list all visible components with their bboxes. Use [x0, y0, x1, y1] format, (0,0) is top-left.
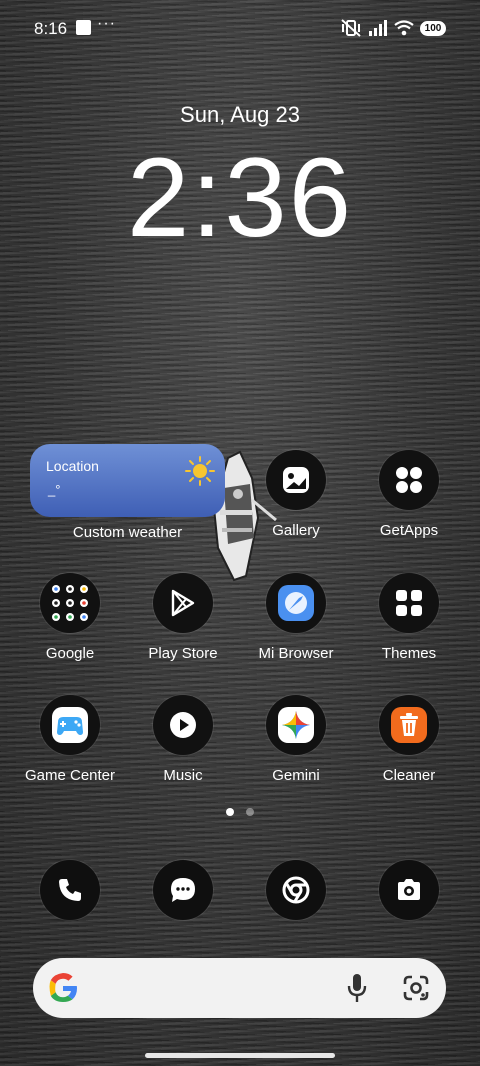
themes-icon [396, 590, 422, 616]
game-center-icon [52, 707, 88, 743]
gallery-icon [283, 467, 309, 493]
weather-location: Location [46, 458, 99, 474]
camera-icon [398, 879, 420, 900]
app-label: Cleaner [382, 767, 436, 784]
music-icon [170, 712, 196, 738]
app-cleaner[interactable]: Cleaner [354, 695, 464, 784]
google-folder-icon [52, 585, 88, 621]
notification-icon [76, 20, 91, 35]
more-notifications-icon: ··· [97, 15, 116, 32]
gesture-nav-handle[interactable] [145, 1053, 335, 1058]
battery-icon: 100 [420, 20, 446, 36]
app-label: Themes [381, 645, 437, 662]
weather-widget-label: Custom weather [72, 524, 183, 541]
play-store-icon [171, 589, 195, 617]
app-getapps[interactable]: GetApps [354, 450, 464, 539]
phone-icon [59, 879, 81, 901]
page-dot-active [226, 808, 234, 816]
microphone-icon[interactable] [346, 972, 368, 1004]
app-music[interactable]: Music [128, 695, 238, 784]
google-logo-icon [49, 973, 77, 1002]
messages-icon [171, 878, 195, 902]
app-label: Google [45, 645, 95, 662]
clock-widget[interactable]: 2:36 [0, 128, 480, 268]
app-play-store[interactable]: Play Store [128, 573, 238, 662]
vibrate-off-icon [341, 19, 361, 37]
app-gemini[interactable]: Gemini [241, 695, 351, 784]
app-game-center[interactable]: Game Center [15, 695, 125, 784]
chrome-icon [282, 876, 310, 904]
dock-messages[interactable] [128, 860, 238, 920]
google-lens-icon[interactable] [402, 974, 430, 1002]
getapps-icon [396, 467, 422, 493]
app-gallery[interactable]: Gallery [241, 450, 351, 539]
page-dot[interactable] [246, 808, 254, 816]
app-label: Gemini [272, 767, 320, 784]
wifi-icon [394, 20, 414, 36]
gemini-icon [278, 707, 314, 743]
app-label: Gallery [272, 522, 320, 539]
mi-browser-icon [278, 585, 314, 621]
weather-temperature: _° [48, 482, 61, 497]
dock-phone[interactable] [15, 860, 125, 920]
app-label: GetApps [379, 522, 439, 539]
status-bar: 8:16 ··· 100 [0, 0, 480, 56]
folder-google[interactable]: Google [15, 573, 125, 662]
dock-camera[interactable] [354, 860, 464, 920]
status-time: 8:16 [34, 19, 68, 38]
app-label: Mi Browser [258, 645, 334, 662]
date-label: Sun, Aug 23 [180, 102, 300, 127]
signal-icon [369, 20, 387, 36]
page-indicator [0, 808, 480, 816]
app-themes[interactable]: Themes [354, 573, 464, 662]
app-label: Play Store [148, 645, 218, 662]
sun-icon [185, 456, 215, 486]
app-mi-browser[interactable]: Mi Browser [241, 573, 351, 662]
app-label: Game Center [24, 767, 116, 784]
app-label: Music [163, 767, 203, 784]
weather-widget[interactable]: Location _° [30, 444, 225, 517]
dock-chrome[interactable] [241, 860, 351, 920]
cleaner-icon [391, 707, 427, 743]
google-search-bar[interactable] [33, 958, 446, 1018]
